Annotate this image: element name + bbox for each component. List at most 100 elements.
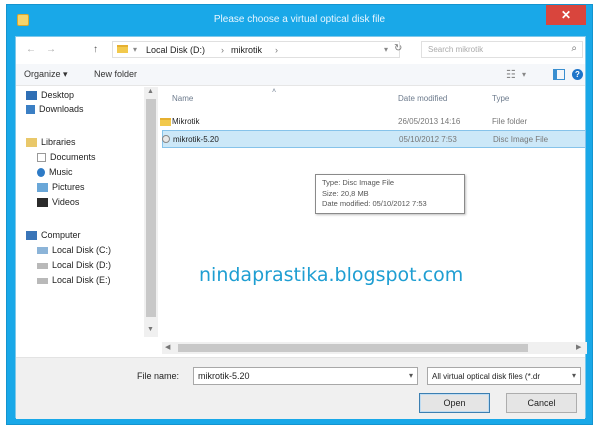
change-view-icon[interactable]: ☷ [506,68,516,81]
command-toolbar: Organize ▾ New folder ☷ ▾ ? [16,64,585,86]
file-name-panel: File name: mikrotik-5.20 ▾ All virtual o… [16,357,585,419]
drive-icon [37,247,48,255]
preview-pane-icon[interactable] [553,69,565,80]
watermark-text: nindaprastika.blogspot.com [199,264,464,286]
nav-pane-scrollbar[interactable]: ▲ ▼ [144,87,158,337]
scroll-left-icon[interactable]: ◀ [165,343,170,351]
new-folder-button[interactable]: New folder [94,69,137,79]
pictures-icon [37,183,48,193]
documents-icon [37,153,46,163]
search-placeholder: Search mikrotik [428,45,484,54]
drive-icon [37,277,48,284]
nav-item-label: Local Disk (E:) [52,275,111,285]
nav-item-local-disk-c[interactable]: Local Disk (C:) [37,245,111,255]
back-icon[interactable]: ← [26,44,36,55]
breadcrumb-separator: › [221,45,224,55]
nav-item-label: Videos [52,197,80,207]
file-type: Disc Image File [493,135,549,144]
cancel-button[interactable]: Cancel [506,393,577,413]
nav-item-videos[interactable]: Videos [37,197,80,208]
file-type-filter-value: All virtual optical disk files (*.dr [432,372,541,381]
title-bar[interactable]: Please choose a virtual optical disk fil… [7,5,592,35]
tooltip-size: Size: 20,8 MB [322,188,369,198]
address-history-chevron-icon[interactable]: ▾ [384,45,388,54]
file-list-horizontal-scrollbar[interactable]: ◀ ▶ [162,342,587,354]
downloads-icon [26,105,35,115]
desktop-icon [26,91,37,101]
folder-icon [160,118,171,126]
dialog-client-area: ← → ↑ ▾ Local Disk (D:) › mikrotik › ▾ ↻… [15,36,587,419]
chevron-down-icon[interactable]: ▾ [569,371,576,380]
refresh-icon[interactable]: ↻ [394,43,402,54]
address-bar[interactable]: ▾ Local Disk (D:) › mikrotik › ▾ [112,41,400,58]
file-type: File folder [492,117,528,126]
videos-icon [37,198,48,208]
breadcrumb-separator: › [275,45,278,55]
file-info-tooltip: Type: Disc Image File Size: 20,8 MB Date… [315,174,465,214]
nav-item-computer[interactable]: Computer [26,230,81,241]
file-name-field[interactable]: mikrotik-5.20 ▾ [193,367,418,385]
file-name: mikrotik-5.20 [173,135,219,144]
sort-indicator-icon: ˄ [272,88,277,95]
file-row-mikrotik-iso[interactable]: mikrotik-5.20 05/10/2012 7:53 Disc Image… [162,130,586,148]
file-dialog: Please choose a virtual optical disk fil… [6,4,593,425]
help-icon[interactable]: ? [572,69,583,80]
view-options-chevron-icon[interactable]: ▾ [522,70,526,79]
search-icon[interactable]: ⌕ [571,43,577,54]
file-list-header: Name ˄ Date modified Type [162,88,587,109]
nav-item-label: Downloads [39,104,84,114]
organize-button[interactable]: Organize ▾ [24,69,68,80]
chevron-down-icon[interactable]: ▾ [133,45,137,54]
file-row-mikrotik-folder[interactable]: Mikrotik 26/05/2013 14:16 File folder [160,113,586,131]
open-button[interactable]: Open [419,393,490,413]
nav-item-documents[interactable]: Documents [37,152,96,163]
nav-pane-scroll-thumb[interactable] [146,99,156,317]
close-button[interactable]: ✕ [546,5,586,25]
nav-item-music[interactable]: Music [37,167,73,178]
breadcrumb-mikrotik[interactable]: mikrotik [231,45,262,55]
nav-item-desktop[interactable]: Desktop [26,90,75,101]
search-input[interactable]: Search mikrotik ⌕ [421,41,583,58]
dialog-title: Please choose a virtual optical disk fil… [213,14,386,25]
chevron-down-icon[interactable]: ▾ [409,371,413,380]
nav-item-label: Computer [41,230,81,240]
tooltip-type: Type: Disc Image File [322,178,395,187]
computer-icon [26,231,37,241]
breadcrumb-local-disk-d[interactable]: Local Disk (D:) [146,45,205,55]
folder-icon [117,45,128,53]
forward-icon[interactable]: → [46,44,56,55]
column-header-date[interactable]: Date modified [398,94,447,103]
file-type-filter-select[interactable]: All virtual optical disk files (*.dr ▾ [427,367,581,385]
nav-item-label: Libraries [41,137,76,147]
nav-item-label: Local Disk (D:) [52,260,112,270]
scroll-down-icon[interactable]: ▼ [147,326,154,333]
nav-item-label: Pictures [52,182,85,192]
nav-item-libraries[interactable]: Libraries [26,137,76,148]
nav-item-pictures[interactable]: Pictures [37,182,85,193]
file-date: 26/05/2013 14:16 [398,117,461,126]
disc-image-icon [162,135,170,143]
libraries-icon [26,138,37,148]
column-header-name[interactable]: Name [172,94,193,103]
nav-item-local-disk-d[interactable]: Local Disk (D:) [37,260,111,270]
music-icon [37,168,45,178]
column-header-type[interactable]: Type [492,94,509,103]
drive-icon [37,262,48,269]
navigation-pane: Desktop Downloads Libraries Documents Mu… [16,87,141,337]
file-name-value: mikrotik-5.20 [198,371,250,381]
scroll-up-icon[interactable]: ▲ [147,88,154,95]
nav-item-label: Desktop [41,90,75,100]
nav-item-local-disk-e[interactable]: Local Disk (E:) [37,275,111,285]
file-list-scroll-thumb[interactable] [178,344,528,352]
scroll-right-icon[interactable]: ▶ [576,343,581,351]
file-date: 05/10/2012 7:53 [399,135,457,144]
tooltip-date: Date modified: 05/10/2012 7:53 [322,199,427,208]
file-name-label: File name: [137,371,180,381]
file-name: Mikrotik [172,117,200,126]
nav-item-downloads[interactable]: Downloads [26,104,84,115]
nav-item-label: Local Disk (C:) [52,245,112,255]
address-row: ← → ↑ ▾ Local Disk (D:) › mikrotik › ▾ ↻… [16,37,585,63]
up-icon[interactable]: ↑ [93,44,98,55]
nav-item-label: Documents [50,152,96,162]
nav-item-label: Music [49,167,73,177]
